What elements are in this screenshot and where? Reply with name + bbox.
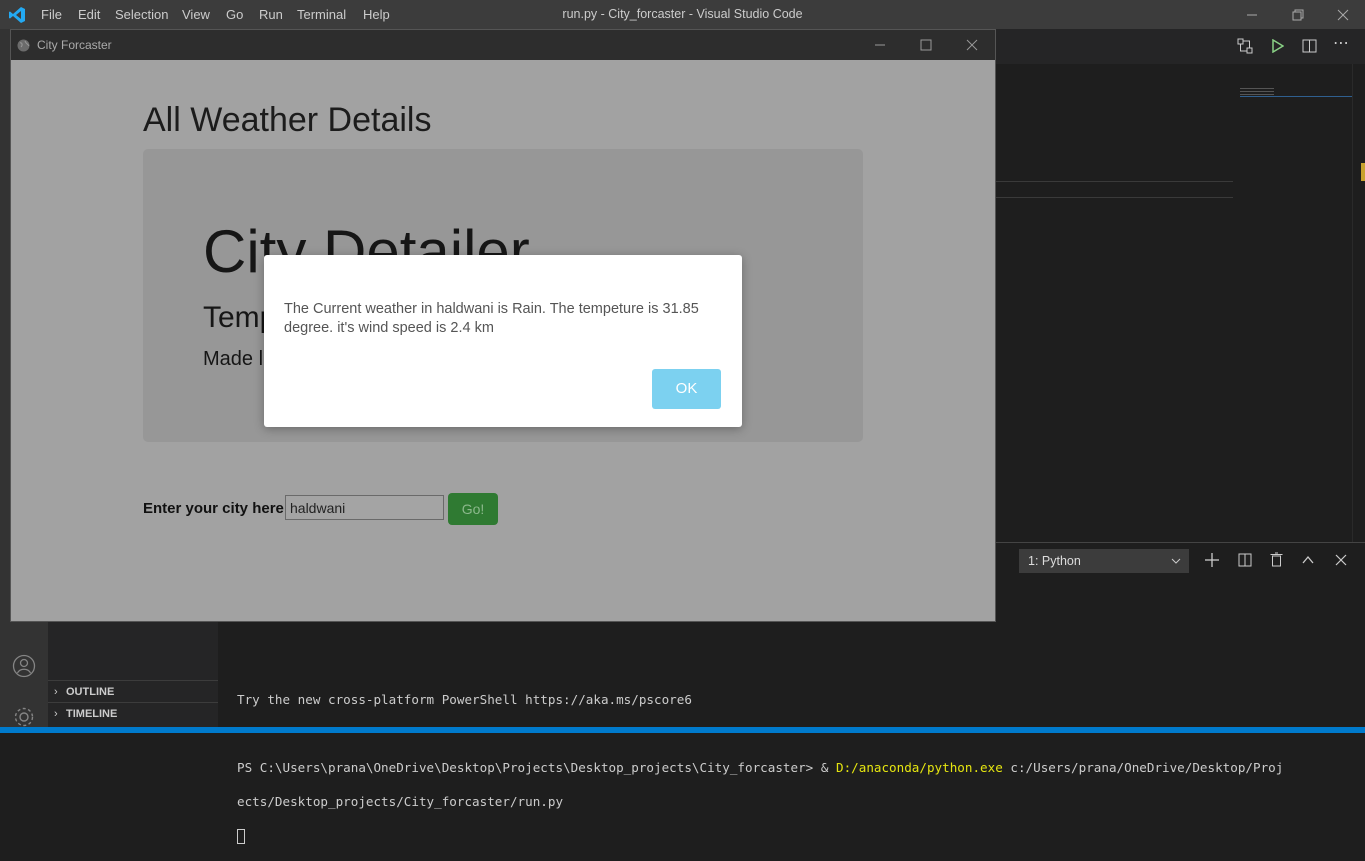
terminal-select[interactable]: 1: Python — [1019, 549, 1189, 573]
menu-file[interactable]: File — [41, 0, 62, 29]
minimize-icon — [1247, 14, 1257, 15]
status-bar — [0, 727, 1365, 733]
menu-help[interactable]: Help — [363, 0, 390, 29]
vscode-minimize-button[interactable] — [1229, 0, 1275, 29]
app-maximize-button[interactable] — [903, 30, 949, 60]
city-input-label: Enter your city here — [143, 500, 284, 517]
scrollbar-marker — [1361, 163, 1365, 181]
terminal-python-exe: D:/anaconda/python.exe — [835, 760, 1003, 775]
terminal-cursor — [237, 827, 1357, 844]
editor-divider — [996, 181, 1233, 182]
trash-icon[interactable] — [1270, 552, 1283, 567]
sidebar-section-outline[interactable]: › OUTLINE — [48, 680, 218, 702]
sidebar-section-timeline[interactable]: › TIMELINE — [48, 702, 218, 724]
menu-selection[interactable]: Selection — [115, 0, 168, 29]
weather-alert-dialog: The Current weather in haldwani is Rain.… — [264, 255, 742, 427]
close-icon — [1337, 9, 1349, 20]
terminal-command-line-wrap: ects/Desktop_projects/City_forcaster/run… — [237, 794, 564, 809]
more-actions-icon[interactable]: ⋯ — [1333, 33, 1349, 52]
terminal-script-path: c:/Users/prana/OneDrive/Desktop/Proj — [1002, 760, 1284, 775]
terminal-empty-line — [237, 657, 1357, 674]
outline-label: OUTLINE — [66, 686, 115, 698]
terminal-command-line: PS C:\Users\prana\OneDrive\Desktop\Proje… — [237, 759, 1357, 776]
chevron-right-icon: › — [54, 708, 58, 720]
menu-run[interactable]: Run — [259, 0, 283, 29]
app-minimize-button[interactable] — [857, 30, 903, 60]
menu-view[interactable]: View — [182, 0, 210, 29]
go-button[interactable]: Go! — [448, 493, 498, 525]
city-input[interactable] — [285, 495, 444, 520]
page-title: All Weather Details — [143, 101, 432, 139]
restore-icon — [1292, 9, 1304, 20]
editor-divider — [996, 197, 1233, 198]
split-editor-icon[interactable] — [1302, 39, 1317, 53]
menu-edit[interactable]: Edit — [78, 0, 100, 29]
chevron-up-icon[interactable] — [1302, 555, 1314, 565]
editor-tab-bar: ⋯ — [995, 29, 1365, 64]
split-terminal-icon[interactable] — [1238, 553, 1252, 567]
close-panel-icon[interactable] — [1335, 554, 1347, 566]
compare-changes-icon[interactable] — [1237, 38, 1253, 54]
vscode-titlebar: File Edit Selection View Go Run Terminal… — [0, 0, 1365, 29]
minimize-icon — [875, 44, 885, 46]
app-close-button[interactable] — [949, 30, 995, 60]
alert-message: The Current weather in haldwani is Rain.… — [284, 301, 699, 336]
chevron-right-icon: › — [54, 686, 58, 698]
terminal-prompt: PS C:\Users\prana\OneDrive\Desktop\Proje… — [237, 760, 836, 775]
close-icon — [966, 39, 978, 51]
settings-gear-icon[interactable] — [12, 705, 36, 729]
editor-scrollbar[interactable] — [1352, 64, 1365, 542]
vscode-restore-button[interactable] — [1275, 0, 1321, 29]
terminal-line: Try the new cross-platform PowerShell ht… — [237, 692, 692, 707]
jumbotron-made-by: Made l — [203, 348, 264, 370]
menu-terminal[interactable]: Terminal — [297, 0, 346, 29]
vscode-close-button[interactable] — [1320, 0, 1365, 29]
chevron-down-icon — [1171, 558, 1181, 564]
globe-icon — [17, 39, 30, 52]
timeline-label: TIMELINE — [66, 708, 118, 720]
vscode-logo-icon — [9, 7, 25, 23]
terminal-clipped-line — [237, 623, 1357, 640]
maximize-icon — [920, 39, 932, 51]
minimap-highlight — [1240, 96, 1352, 97]
run-python-file-icon[interactable] — [1270, 39, 1284, 53]
terminal-output[interactable]: Try the new cross-platform PowerShell ht… — [237, 606, 1357, 861]
app-window-title: City Forcaster — [37, 38, 112, 52]
terminal-select-value: 1: Python — [1028, 554, 1081, 568]
account-icon[interactable] — [12, 654, 36, 678]
new-terminal-icon[interactable] — [1205, 553, 1219, 567]
alert-ok-button[interactable]: OK — [652, 369, 721, 409]
menu-go[interactable]: Go — [226, 0, 243, 29]
app-titlebar: City Forcaster — [11, 30, 995, 60]
